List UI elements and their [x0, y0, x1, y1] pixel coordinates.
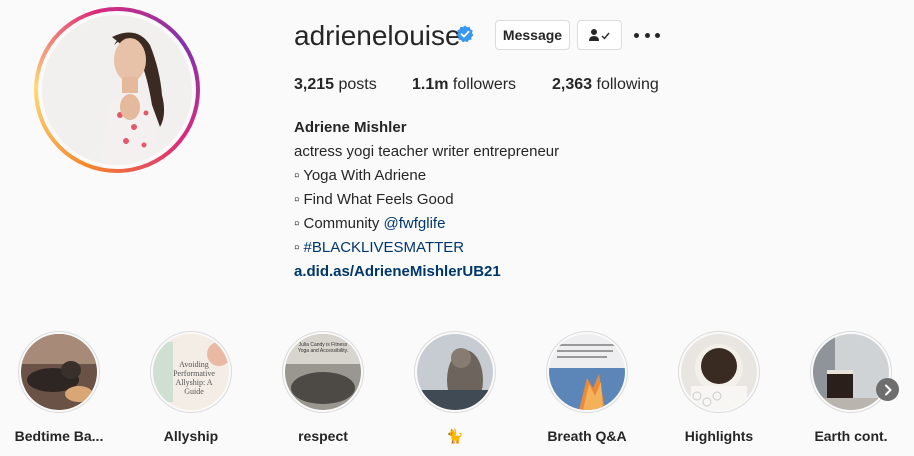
highlight-item[interactable]: 🐈 [405, 331, 505, 445]
posts-count: 3,215 [294, 76, 335, 93]
highlight-label: respect [298, 428, 348, 444]
highlight-item[interactable]: Highlights [669, 331, 769, 444]
highlight-ring [810, 331, 892, 413]
highlights-next-button[interactable] [876, 378, 899, 401]
message-button[interactable]: Message [495, 20, 570, 50]
profile-avatar[interactable] [42, 15, 192, 165]
highlight-cover [21, 334, 97, 410]
highlight-ring [546, 331, 628, 413]
highlight-ring: Julia Candy is Fitness Yoga and Accessib… [282, 331, 364, 413]
avatar-portrait [42, 15, 192, 165]
highlight-cover [813, 334, 889, 410]
highlight-cover-text: Avoiding Performative Allyship: A Guide [173, 360, 215, 396]
highlight-item[interactable]: Avoiding Performative Allyship: A Guide … [141, 331, 241, 444]
chevron-right-icon [884, 384, 891, 395]
highlight-item[interactable]: Julia Candy is Fitness Yoga and Accessib… [273, 331, 373, 444]
message-button-label: Message [502, 27, 563, 43]
highlight-cover [417, 334, 493, 410]
following-label: following [596, 76, 659, 93]
highlight-ring: Avoiding Performative Allyship: A Guide [150, 331, 232, 413]
highlight-ring [18, 331, 100, 413]
highlight-cover [549, 334, 625, 410]
highlight-label: Bedtime Ba... [14, 428, 104, 444]
following-toggle-button[interactable] [577, 20, 622, 50]
bio-line-community: ▫ Community @fwfglife [294, 212, 559, 236]
following-count: 2,363 [552, 76, 593, 93]
highlight-item[interactable]: Bedtime Ba... [9, 331, 109, 444]
person-check-icon [588, 29, 610, 41]
bio-line-prefix: ▫ Community [294, 215, 384, 232]
more-dot [644, 32, 650, 38]
more-dot [655, 32, 660, 38]
followers-label: followers [452, 76, 517, 93]
bio-tagline: actress yogi teacher writer entrepreneur [294, 143, 560, 160]
following-stat[interactable]: 2,363 following [552, 76, 659, 94]
bio-line: ▫ Yoga With Adriene [294, 167, 427, 184]
profile-avatar-ring[interactable] [34, 7, 200, 173]
highlight-label: Earth cont. [814, 428, 888, 444]
highlight-label: Allyship [163, 428, 219, 444]
followers-count: 1.1m [412, 76, 449, 93]
profile-bio: Adriene Mishler actress yogi teacher wri… [294, 116, 559, 284]
highlight-ring [414, 331, 496, 413]
followers-stat[interactable]: 1.1m followers [412, 76, 516, 94]
more-dot [634, 32, 639, 38]
hashtag-link[interactable]: #BLACKLIVESMATTER [304, 239, 465, 256]
highlight-label: Breath Q&A [547, 428, 627, 444]
highlight-cover: Avoiding Performative Allyship: A Guide [153, 334, 229, 410]
highlight-label: Highlights [684, 428, 754, 444]
full-name: Adriene Mishler [294, 119, 407, 136]
verified-badge-icon [456, 25, 474, 43]
bio-line: ▫ Find What Feels Good [294, 191, 454, 208]
profile-username: adrienelouise [294, 20, 461, 51]
highlight-ring [678, 331, 760, 413]
highlight-label: 🐈 [446, 428, 464, 444]
highlight-cover: Julia Candy is Fitness Yoga and Accessib… [285, 334, 361, 410]
avatar-gap [38, 11, 196, 169]
bio-line-prefix: ▫ [294, 239, 304, 256]
posts-label: posts [338, 76, 377, 93]
mention-link[interactable]: @fwfglife [384, 215, 446, 232]
website-link[interactable]: a.did.as/AdrieneMishlerUB21 [294, 260, 559, 284]
highlight-cover-text: Julia Candy is Fitness Yoga and Accessib… [297, 342, 349, 354]
highlight-item[interactable]: Breath Q&A [537, 331, 637, 444]
bio-line-hashtag: ▫ #BLACKLIVESMATTER [294, 236, 559, 260]
more-options-icon[interactable] [634, 24, 660, 46]
posts-stat: 3,215 posts [294, 76, 377, 94]
highlight-cover [681, 334, 757, 410]
